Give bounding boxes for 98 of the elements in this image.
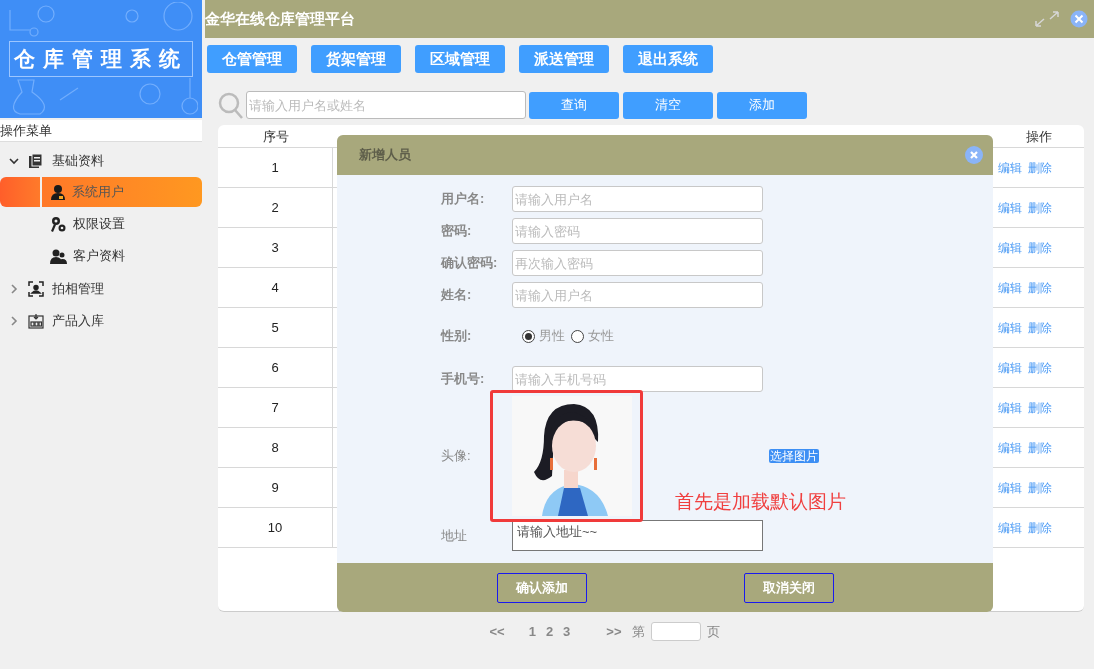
nav-button[interactable]: 货架管理 bbox=[311, 45, 401, 73]
field-label: 密码: bbox=[441, 222, 473, 241]
platform-title: 金华在线仓库管理平台 bbox=[205, 8, 355, 29]
row-action-link[interactable]: 删除 bbox=[1028, 358, 1052, 377]
close-icon[interactable] bbox=[965, 146, 983, 164]
table-cell: 3 bbox=[218, 228, 333, 267]
nav-button[interactable]: 仓管管理 bbox=[207, 45, 297, 73]
chevron-right-icon[interactable] bbox=[9, 316, 19, 326]
nav-button[interactable]: 派送管理 bbox=[519, 45, 609, 73]
row-action-link[interactable]: 编辑 bbox=[998, 398, 1022, 417]
chevron-right-icon[interactable] bbox=[9, 284, 19, 294]
prev-page-link[interactable]: << bbox=[489, 622, 505, 642]
page-link[interactable]: 2 bbox=[545, 622, 554, 642]
row-action-link[interactable]: 删除 bbox=[1028, 278, 1052, 297]
radio-button[interactable] bbox=[571, 329, 584, 343]
submenu-item[interactable]: 系统用户 bbox=[42, 177, 202, 207]
field-label: 手机号: bbox=[441, 370, 486, 389]
text-field[interactable]: 请输入手机号码 bbox=[512, 366, 763, 392]
row-action-link[interactable]: 删除 bbox=[1028, 518, 1052, 537]
storage-box-icon bbox=[28, 313, 44, 329]
menu-label: 拍相管理 bbox=[52, 280, 104, 299]
search-action-button[interactable]: 添加 bbox=[717, 91, 807, 119]
next-page-link[interactable]: >> bbox=[606, 622, 622, 642]
row-action-link[interactable]: 删除 bbox=[1028, 398, 1052, 417]
row-action-link[interactable]: 编辑 bbox=[998, 158, 1022, 177]
page-number-field[interactable] bbox=[650, 622, 701, 642]
table-cell: 2 bbox=[218, 188, 333, 227]
submenu-item[interactable]: 客户资料 bbox=[42, 241, 202, 271]
dialog-title: 新增人员 bbox=[359, 146, 411, 165]
row-action-link[interactable]: 编辑 bbox=[998, 318, 1022, 337]
table-cell: 8 bbox=[218, 428, 333, 467]
table-cell: 5 bbox=[218, 308, 333, 347]
menu-group-item[interactable]: 基础资料 bbox=[0, 145, 202, 177]
field-label: 头像: bbox=[441, 447, 472, 466]
annotation-text: 首先是加载默认图片 bbox=[675, 490, 846, 514]
key-gear-icon bbox=[50, 215, 67, 233]
table-cell: 4 bbox=[218, 268, 333, 307]
row-action-link[interactable]: 删除 bbox=[1028, 318, 1052, 337]
field-label: 姓名: bbox=[441, 286, 473, 305]
portrait-frame-icon bbox=[28, 281, 44, 297]
column-header: 序号 bbox=[261, 128, 290, 146]
field-label: 确认密码: bbox=[441, 254, 499, 273]
column-header: 操作 bbox=[1025, 128, 1053, 146]
search-icon bbox=[218, 91, 244, 119]
row-action-link[interactable]: 编辑 bbox=[998, 238, 1022, 257]
row-action-link[interactable]: 编辑 bbox=[998, 438, 1022, 457]
table-cell: 7 bbox=[218, 388, 333, 427]
row-action-link[interactable]: 删除 bbox=[1028, 438, 1052, 457]
nav-button[interactable]: 区域管理 bbox=[415, 45, 505, 73]
chevron-down-icon[interactable] bbox=[9, 156, 19, 166]
page-link[interactable]: 1 bbox=[528, 622, 536, 642]
row-action-link[interactable]: 编辑 bbox=[998, 278, 1022, 297]
field-label: 用户名: bbox=[441, 190, 486, 209]
search-action-button[interactable]: 查询 bbox=[529, 91, 619, 119]
table-cell: 1 bbox=[218, 148, 333, 187]
text-field[interactable]: 请输入用户名 bbox=[512, 282, 763, 308]
row-action-link[interactable]: 编辑 bbox=[998, 198, 1022, 217]
row-action-link[interactable]: 删除 bbox=[1028, 478, 1052, 497]
goto-label: 第 bbox=[631, 623, 645, 641]
submenu-item[interactable]: 权限设置 bbox=[42, 209, 202, 239]
user-icon bbox=[50, 184, 66, 200]
text-field[interactable]: 再次输入密码 bbox=[512, 250, 763, 276]
table-cell: 10 bbox=[218, 508, 333, 547]
table-cell: 9 bbox=[218, 468, 333, 507]
close-icon[interactable] bbox=[1070, 10, 1088, 28]
radio-option[interactable]: 男性 bbox=[522, 326, 565, 346]
nav-button[interactable]: 退出系统 bbox=[623, 45, 713, 73]
radio-option[interactable]: 女性 bbox=[571, 326, 614, 346]
search-field[interactable]: 请输入用户名或姓名 bbox=[246, 91, 526, 119]
field-label: 性别: bbox=[441, 327, 473, 346]
menu-group-item[interactable]: 产品入库 bbox=[0, 305, 202, 337]
menu-title: 操作菜单 bbox=[0, 120, 202, 142]
page-link[interactable]: 3 bbox=[563, 622, 571, 642]
goto-label: 页 bbox=[706, 623, 720, 641]
row-action-link[interactable]: 删除 bbox=[1028, 238, 1052, 257]
address-field[interactable]: 请输入地址~~ bbox=[512, 520, 763, 551]
dialog-button[interactable]: 确认添加 bbox=[497, 572, 587, 603]
search-action-button[interactable]: 清空 bbox=[623, 91, 713, 119]
text-field[interactable]: 请输入密码 bbox=[512, 218, 763, 244]
row-action-link[interactable]: 编辑 bbox=[998, 518, 1022, 537]
dialog-button[interactable]: 取消关闭 bbox=[744, 572, 834, 603]
users-icon bbox=[50, 248, 67, 264]
row-action-link[interactable]: 编辑 bbox=[998, 478, 1022, 497]
expand-icon[interactable] bbox=[1034, 10, 1060, 28]
selection-stripe bbox=[0, 177, 40, 207]
menu-label: 产品入库 bbox=[52, 312, 104, 331]
menu-group-item[interactable]: 拍相管理 bbox=[0, 273, 202, 305]
row-action-link[interactable]: 编辑 bbox=[998, 358, 1022, 377]
table-cell: 6 bbox=[218, 348, 333, 387]
row-action-link[interactable]: 删除 bbox=[1028, 198, 1052, 217]
text-field[interactable]: 请输入用户名 bbox=[512, 186, 763, 212]
radio-button[interactable] bbox=[522, 329, 535, 343]
row-action-link[interactable]: 删除 bbox=[1028, 158, 1052, 177]
document-icon bbox=[28, 153, 44, 169]
field-label: 地址 bbox=[441, 526, 468, 545]
choose-image-button[interactable]: 选择图片 bbox=[769, 449, 819, 463]
logo-text: 仓库管理系统 bbox=[9, 41, 193, 77]
menu-label: 基础资料 bbox=[52, 152, 104, 171]
